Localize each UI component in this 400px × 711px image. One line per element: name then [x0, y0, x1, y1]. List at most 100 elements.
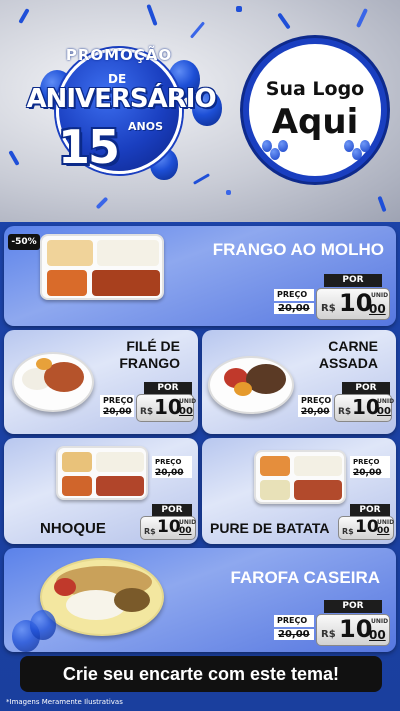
confetti	[189, 21, 206, 39]
confetti	[236, 6, 242, 12]
currency: R$	[140, 407, 154, 417]
price-tag: POR PREÇO 20,00 R$ 10 UNID 00	[274, 274, 390, 320]
old-price: 20,00	[100, 407, 134, 417]
price-cents: 00	[179, 406, 193, 417]
current-price: R$ 10 UNID 00	[140, 516, 196, 540]
unit-label: UNID	[377, 519, 395, 526]
preco-label: PREÇO	[350, 456, 390, 468]
current-price: R$ 10 UNID 00	[316, 614, 390, 646]
balloon	[278, 140, 288, 152]
product-name: FRANGO AO MOLHO	[212, 240, 384, 259]
product-name-line-1: CARNE	[328, 338, 378, 354]
food-compartment	[92, 270, 160, 296]
food-bowl-image	[12, 352, 94, 412]
currency: R$	[321, 629, 336, 640]
cta-banner[interactable]: Crie seu encarte com este tema!	[20, 656, 382, 692]
confetti	[8, 150, 20, 166]
product-name: FAROFA CASEIRA	[230, 568, 380, 587]
product-card-carne-assada: CARNE ASSADA POR PREÇO 20,00 R$ 10 UNID …	[202, 330, 396, 434]
product-name: NHOQUE	[40, 520, 106, 537]
product-name-line-2: ASSADA	[318, 355, 378, 371]
food-compartment	[47, 270, 87, 296]
food-tray-image	[254, 450, 346, 504]
product-name: PURE DE BATATA	[210, 520, 330, 536]
price-cents: 00	[179, 526, 192, 536]
currency: R$	[144, 527, 156, 536]
current-price: R$ 10 UNID 00	[338, 516, 394, 540]
confetti	[377, 195, 387, 213]
price-tag: POR PREÇO 20,00 R$ 10 UNID 00	[298, 382, 395, 424]
product-name-line-2: FRANGO	[119, 355, 180, 371]
old-price: 20,00	[350, 468, 390, 478]
price-integer: 10	[355, 517, 379, 537]
current-price: R$ 10 UNID 00	[334, 394, 395, 422]
confetti	[18, 8, 30, 24]
food-item	[54, 578, 76, 596]
price-integer: 10	[157, 517, 181, 537]
balloon	[30, 610, 56, 640]
old-price: 20,00	[274, 303, 314, 314]
currency: R$	[342, 527, 354, 536]
price-integer: 10	[352, 395, 380, 419]
preco-label: PREÇO	[100, 395, 134, 407]
food-bowl-image	[208, 356, 294, 414]
food-item	[234, 382, 252, 396]
food-compartment	[294, 456, 342, 476]
years-number: 15	[58, 120, 120, 174]
price-tag: POR PREÇO 20,00 R$ 10 UNID 00	[100, 382, 196, 424]
food-compartment	[47, 240, 93, 266]
unit-label: UNID	[371, 292, 389, 299]
confetti	[192, 173, 211, 185]
price-tag: PREÇO 20,00 POR R$ 10 UNID 00	[338, 456, 394, 542]
confetti	[95, 196, 109, 210]
preco-label: PREÇO	[298, 395, 332, 407]
food-compartment	[96, 452, 144, 472]
food-tray-image	[56, 446, 148, 500]
food-compartment	[260, 456, 290, 476]
unit-label: UNID	[377, 398, 395, 405]
balloon	[360, 140, 370, 152]
price-integer: 10	[154, 395, 182, 419]
product-card-file-de-frango: FILÉ DE FRANGO POR PREÇO 20,00 R$ 10 UNI…	[4, 330, 198, 434]
price-tag: POR PREÇO 20,00 R$ 10 UNID 00	[274, 600, 390, 646]
product-card-farofa-caseira: FAROFA CASEIRA POR PREÇO 20,00 R$ 10 UNI…	[4, 548, 396, 652]
food-compartment	[97, 240, 159, 266]
food-bowl-image	[40, 558, 164, 636]
confetti	[146, 3, 158, 27]
food-compartment	[294, 480, 342, 500]
price-cents: 00	[377, 406, 391, 417]
price-integer: 10	[339, 615, 373, 643]
price-cents: 00	[369, 628, 386, 642]
por-label: POR	[324, 600, 382, 613]
promo-word: PROMOÇÃO	[65, 46, 173, 64]
preco-label: PREÇO	[274, 615, 314, 627]
product-name-line-1: FILÉ DE	[126, 338, 180, 354]
food-item	[114, 588, 150, 612]
price-cents: 00	[377, 526, 390, 536]
old-price: 20,00	[274, 629, 314, 640]
currency: R$	[321, 303, 336, 314]
food-item	[36, 358, 52, 370]
confetti	[277, 12, 291, 30]
product-name: FILÉ DE FRANGO	[119, 338, 180, 372]
confetti	[226, 190, 231, 195]
current-price: R$ 10 UNID 00	[136, 394, 196, 422]
discount-badge: -50%	[8, 234, 40, 250]
food-compartment	[62, 476, 92, 496]
price-tag: PREÇO 20,00 POR R$ 10 UNID 00	[140, 456, 196, 542]
confetti	[355, 8, 369, 28]
logo-placeholder: Sua Logo Aqui	[243, 38, 387, 182]
header: PROMOÇÃO DE ANIVERSÁRIO 15 ANOS Sua Logo…	[0, 0, 400, 222]
logo-line-1: Sua Logo	[265, 78, 365, 100]
food-item	[246, 364, 286, 394]
price-integer: 10	[339, 289, 373, 317]
price-cents: 00	[369, 302, 386, 316]
food-tray-image	[40, 234, 164, 300]
food-compartment	[96, 476, 144, 496]
old-price: 20,00	[298, 407, 332, 417]
logo-line-2: Aqui	[271, 102, 359, 142]
product-card-nhoque: NHOQUE PREÇO 20,00 POR R$ 10 UNID 00	[4, 438, 198, 544]
years-word: ANOS	[128, 120, 163, 133]
flyer: PROMOÇÃO DE ANIVERSÁRIO 15 ANOS Sua Logo…	[0, 0, 400, 711]
food-compartment	[260, 480, 290, 500]
